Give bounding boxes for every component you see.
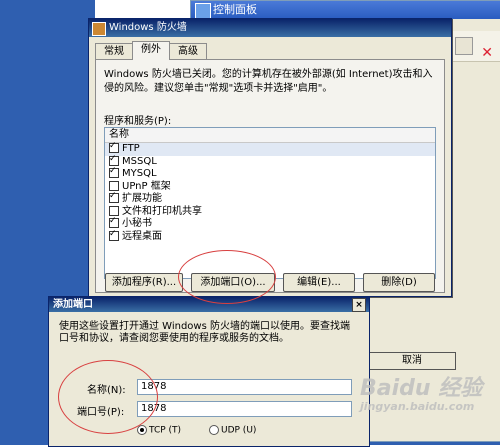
port-field[interactable]: 1878	[137, 401, 352, 417]
radio-dot	[209, 425, 219, 435]
checkbox[interactable]	[109, 180, 119, 191]
delete-button[interactable]: 删除(D)	[363, 273, 435, 292]
list-item[interactable]: UPnP 框架	[105, 180, 435, 194]
add-program-button[interactable]: 添加程序(R)...	[105, 273, 183, 292]
control-panel-icon	[195, 3, 211, 19]
control-panel-title: 控制面板	[213, 3, 257, 16]
firewall-dialog: Windows 防火墙 常规 例外 高级 Windows 防火墙已关闭。您的计算…	[88, 18, 452, 297]
tab-exceptions[interactable]: 例外	[132, 41, 170, 60]
edit-button[interactable]: 编辑(E)...	[283, 273, 355, 292]
close-icon[interactable]: ×	[352, 298, 366, 312]
programs-listbox[interactable]: 名称 FTP MSSQL MYSQL UPnP 框架 扩展功能 文件和打印机共享…	[104, 127, 436, 279]
checkbox[interactable]	[109, 165, 119, 178]
checkbox[interactable]	[109, 215, 119, 228]
tab-advanced[interactable]: 高级	[169, 43, 207, 59]
list-item-label: MYSQL	[122, 168, 157, 179]
list-item[interactable]: 远程桌面	[105, 228, 435, 244]
baidu-watermark: Baidu 经验 jingyan.baidu.com	[360, 370, 500, 430]
add-port-title: 添加端口	[53, 299, 93, 310]
list-item-label: 远程桌面	[122, 230, 162, 242]
list-item[interactable]: 文件和打印机共享	[105, 205, 435, 219]
firewall-info-text: Windows 防火墙已关闭。您的计算机存在被外部源(如 Internet)攻击…	[104, 69, 433, 94]
firewall-title: Windows 防火墙	[109, 22, 187, 33]
exceptions-panel: Windows 防火墙已关闭。您的计算机存在被外部源(如 Internet)攻击…	[95, 59, 445, 293]
udp-radio-label: UDP (U)	[221, 425, 257, 436]
watermark-sub: jingyan.baidu.com	[360, 400, 475, 413]
list-header-name[interactable]: 名称	[105, 128, 435, 143]
list-item[interactable]: 扩展功能	[105, 190, 435, 206]
udp-radio[interactable]: UDP (U)	[209, 425, 256, 436]
highlight-ellipse-fields	[58, 360, 158, 434]
tcp-radio-label: TCP (T)	[149, 425, 182, 436]
tcp-radio[interactable]: TCP (T)	[137, 425, 181, 436]
control-panel-titlebar: 控制面板	[191, 1, 500, 19]
list-item-label: UPnP 框架	[122, 180, 171, 192]
watermark-main: Baidu 经验	[360, 376, 483, 401]
list-item-label: 小秘书	[122, 218, 152, 229]
firewall-titlebar: Windows 防火墙	[89, 19, 451, 37]
delete-x-icon[interactable]: ✕	[481, 45, 493, 61]
list-item-label: 文件和打印机共享	[122, 205, 202, 217]
list-item[interactable]: MYSQL	[105, 165, 435, 181]
list-item[interactable]: 小秘书	[105, 215, 435, 231]
paste-icon[interactable]	[455, 37, 473, 55]
cancel-button[interactable]: 取消	[368, 352, 456, 370]
checkbox[interactable]	[109, 153, 119, 166]
checkbox[interactable]	[109, 140, 119, 153]
name-field[interactable]: 1878	[137, 379, 352, 395]
programs-list-label: 程序和服务(P):	[104, 116, 172, 127]
list-item[interactable]: FTP	[105, 140, 435, 156]
checkbox[interactable]	[109, 190, 119, 203]
firewall-icon	[92, 22, 106, 36]
checkbox[interactable]	[109, 228, 119, 241]
tab-general[interactable]: 常规	[95, 43, 133, 59]
add-port-description: 使用这些设置打开通过 Windows 防火墙的端口以使用。要查找端口号和协议，请…	[59, 321, 350, 344]
list-item-label: 扩展功能	[122, 193, 162, 204]
checkbox[interactable]	[109, 205, 119, 216]
list-item-label: MSSQL	[122, 155, 157, 167]
list-item[interactable]: MSSQL	[105, 153, 435, 169]
list-item-label: FTP	[122, 143, 140, 154]
radio-dot-selected	[137, 425, 147, 435]
highlight-ellipse-add-port	[178, 250, 276, 304]
